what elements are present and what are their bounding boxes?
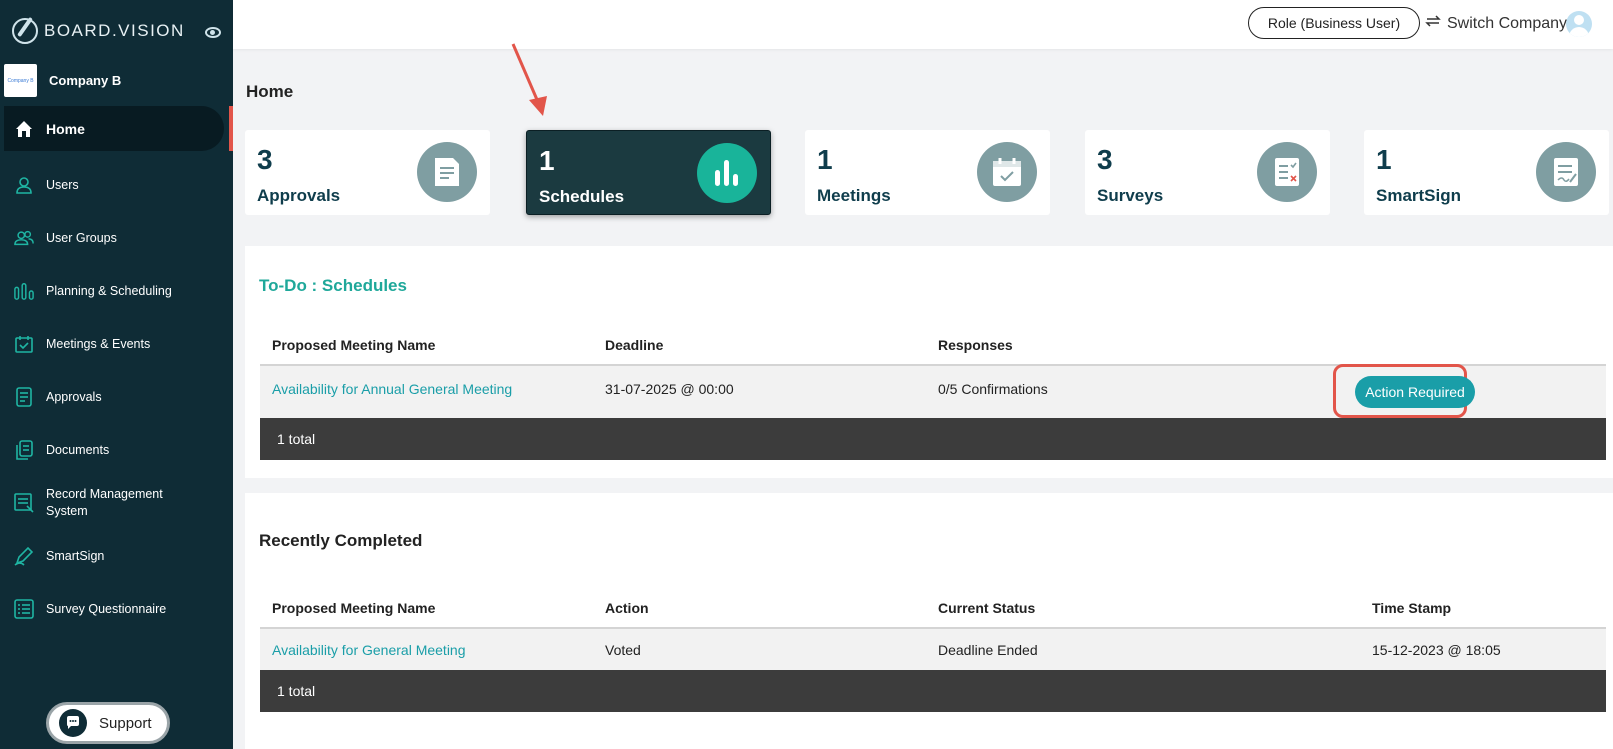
record-icon: [14, 492, 34, 513]
column-header: Responses: [938, 337, 1013, 353]
stat-card-meetings[interactable]: 1 Meetings: [805, 130, 1050, 215]
todo-panel: To-Do : Schedules Proposed Meeting Name …: [245, 246, 1613, 478]
column-header: Current Status: [938, 600, 1036, 616]
card-count: 1: [1376, 144, 1392, 175]
responses-cell: 0/5 Confirmations: [938, 381, 1048, 397]
action-cell: Voted: [605, 642, 641, 658]
card-count: 1: [539, 145, 555, 176]
sidebar-item-users[interactable]: Users: [0, 158, 233, 211]
timestamp-cell: 15-12-2023 @ 18:05: [1372, 642, 1501, 658]
completed-table: Proposed Meeting Name Action Current Sta…: [260, 588, 1606, 712]
card-count: 1: [817, 144, 833, 175]
logo-icon: [12, 18, 38, 44]
card-count: 3: [1097, 144, 1113, 175]
home-icon: [14, 119, 34, 139]
sidebar-item-label: Survey Questionnaire: [46, 601, 167, 616]
sidebar-item-records[interactable]: Record Management System: [0, 476, 233, 529]
sidebar-item-meetings[interactable]: Meetings & Events: [0, 317, 233, 370]
visibility-toggle-icon[interactable]: [205, 27, 221, 38]
action-required-button[interactable]: Action Required: [1355, 376, 1475, 408]
sidebar-item-user-groups[interactable]: User Groups: [0, 211, 233, 264]
table-footer: 1 total: [260, 418, 1606, 460]
document-icon: [417, 142, 477, 202]
table-row: Availability for General Meeting Voted D…: [260, 629, 1606, 670]
meeting-link[interactable]: Availability for General Meeting: [272, 642, 466, 658]
column-header: Action: [605, 600, 649, 616]
users-icon: [14, 228, 34, 248]
brand-logo[interactable]: BOARD.VISION: [12, 18, 185, 44]
sidebar-item-survey[interactable]: Survey Questionnaire: [0, 582, 233, 635]
column-header: Deadline: [605, 337, 664, 353]
sidebar-item-label: Approvals: [46, 389, 102, 404]
sidebar-item-label: Users: [46, 177, 79, 192]
status-cell: Deadline Ended: [938, 642, 1038, 658]
sidebar-item-label: SmartSign: [46, 548, 105, 563]
switch-icon: [1425, 13, 1441, 34]
sidebar-item-approvals[interactable]: Approvals: [0, 370, 233, 423]
meeting-link[interactable]: Availability for Annual General Meeting: [272, 381, 512, 397]
card-count: 3: [257, 144, 273, 175]
stat-card-smartsign[interactable]: 1 SmartSign: [1364, 130, 1609, 215]
sidebar-item-label: Home: [46, 120, 85, 137]
sidebar-item-home[interactable]: Home: [4, 106, 224, 151]
chat-icon: [59, 709, 87, 737]
support-button[interactable]: Support: [46, 702, 170, 744]
completed-panel: Recently Completed Proposed Meeting Name…: [245, 493, 1613, 749]
switch-company-button[interactable]: Switch Company: [1425, 13, 1567, 34]
list-icon: [14, 598, 34, 619]
sidebar-item-planning[interactable]: Planning & Scheduling: [0, 264, 233, 317]
table-header: Proposed Meeting Name Action Current Sta…: [260, 588, 1606, 629]
todo-title: To-Do : Schedules: [259, 276, 407, 295]
documents-icon: [14, 439, 34, 460]
card-label: Approvals: [257, 186, 341, 205]
checklist-icon: [1257, 142, 1317, 202]
support-label: Support: [99, 714, 152, 732]
sidebar-item-smartsign[interactable]: SmartSign: [0, 529, 233, 582]
column-header: Proposed Meeting Name: [272, 600, 436, 616]
document-icon: [14, 386, 34, 407]
company-logo: Company B: [4, 64, 37, 97]
company-name: Company B: [49, 73, 122, 88]
bar-chart-icon: [14, 281, 34, 301]
annotation-arrow: [511, 43, 547, 116]
card-label: Schedules: [539, 187, 625, 206]
stat-card-surveys[interactable]: 3 Surveys: [1085, 130, 1330, 215]
user-icon: [14, 175, 34, 195]
sidebar-item-label: Documents: [46, 442, 110, 457]
active-indicator: [229, 106, 233, 151]
sidebar: BOARD.VISION Company B Company B Home Us…: [0, 0, 233, 749]
calendar-icon: [977, 142, 1037, 202]
role-button[interactable]: Role (Business User): [1248, 7, 1420, 39]
sidebar-item-label: Meetings & Events: [46, 336, 151, 351]
column-header: Time Stamp: [1372, 600, 1452, 616]
sidebar-item-documents[interactable]: Documents: [0, 423, 233, 476]
sidebar-item-label: User Groups: [46, 230, 117, 245]
company-selector[interactable]: Company B Company B: [4, 64, 121, 97]
calendar-check-icon: [14, 334, 34, 354]
column-header: Proposed Meeting Name: [272, 337, 436, 353]
table-footer: 1 total: [260, 670, 1606, 712]
table-header: Proposed Meeting Name Deadline Responses: [260, 325, 1606, 366]
card-label: Meetings: [817, 186, 891, 205]
brand-name: BOARD.VISION: [44, 21, 185, 40]
deadline-cell: 31-07-2025 @ 00:00: [605, 381, 734, 397]
stat-card-schedules[interactable]: 1 Schedules: [526, 130, 771, 215]
pen-icon: [14, 546, 34, 566]
card-label: Surveys: [1097, 186, 1164, 205]
card-label: SmartSign: [1376, 186, 1462, 205]
sidebar-item-label: Record Management System: [46, 486, 163, 518]
switch-company-label: Switch Company: [1447, 14, 1568, 32]
completed-title: Recently Completed: [259, 531, 423, 550]
stat-card-approvals[interactable]: 3 Approvals: [245, 130, 490, 215]
avatar[interactable]: [1566, 11, 1592, 37]
sidebar-nav: Home Users User Groups Planning & Schedu…: [0, 106, 233, 635]
sidebar-item-label: Planning & Scheduling: [46, 283, 172, 298]
sign-icon: [1536, 142, 1596, 202]
page-title: Home: [246, 82, 294, 101]
bar-chart-icon: [697, 143, 757, 203]
